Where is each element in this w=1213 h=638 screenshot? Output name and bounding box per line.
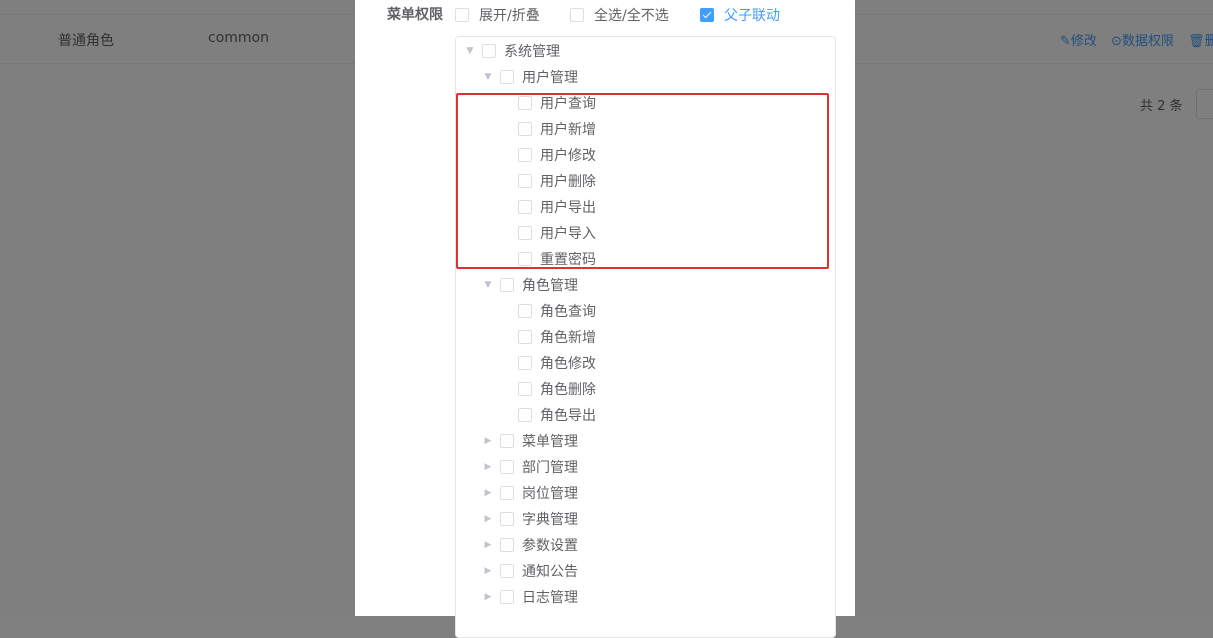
tree-node[interactable]: ▼ 系统管理 bbox=[456, 38, 834, 64]
tree-node[interactable]: ▶ 字典管理 bbox=[456, 506, 852, 532]
caret-down-icon[interactable]: ▼ bbox=[482, 279, 494, 291]
checkbox-icon[interactable] bbox=[482, 44, 496, 58]
tree-node[interactable]: 角色导出 bbox=[456, 402, 870, 428]
caret-down-icon[interactable]: ▼ bbox=[464, 45, 476, 57]
tree-node[interactable]: ▼ 用户管理 bbox=[456, 64, 852, 90]
checkbox-icon[interactable] bbox=[500, 512, 514, 526]
tree-node-label: 日志管理 bbox=[522, 590, 578, 606]
checkbox-icon[interactable] bbox=[500, 70, 514, 84]
checkbox-icon[interactable] bbox=[500, 564, 514, 578]
tree-node[interactable]: 角色修改 bbox=[456, 350, 870, 376]
checkbox-icon[interactable] bbox=[518, 356, 532, 370]
checkbox-icon[interactable] bbox=[455, 8, 469, 22]
tree-node[interactable]: 角色删除 bbox=[456, 376, 870, 402]
tree-node[interactable]: ▶ 日志管理 bbox=[456, 584, 852, 610]
tree-node-label: 部门管理 bbox=[522, 460, 578, 476]
tree-node-label: 菜单管理 bbox=[522, 434, 578, 450]
menu-permission-row: 菜单权限 展开/折叠 全选/全不选 父子联动 bbox=[355, 0, 855, 28]
tree-node-label: 角色导出 bbox=[540, 408, 596, 424]
expand-collapse-checkbox[interactable]: 展开/折叠 bbox=[455, 5, 540, 25]
tree-node[interactable]: ▶ 通知公告 bbox=[456, 558, 852, 584]
tree-node-label: 系统管理 bbox=[504, 44, 560, 60]
parent-child-link-checkbox[interactable]: 父子联动 bbox=[700, 5, 780, 25]
tree-node-label: 用户管理 bbox=[522, 70, 578, 86]
caret-down-icon[interactable]: ▼ bbox=[482, 71, 494, 83]
tree-node-label: 角色查询 bbox=[540, 304, 596, 320]
tree-node[interactable]: ▶ 部门管理 bbox=[456, 454, 852, 480]
menu-permission-label: 菜单权限 bbox=[387, 7, 443, 23]
tree-node-label: 角色修改 bbox=[540, 356, 596, 372]
caret-right-icon[interactable]: ▶ bbox=[482, 435, 494, 447]
tree-node-label: 角色删除 bbox=[540, 382, 596, 398]
checkbox-icon[interactable] bbox=[500, 460, 514, 474]
tree-node[interactable]: 角色查询 bbox=[456, 298, 870, 324]
tree-node-label: 角色新增 bbox=[540, 330, 596, 346]
checkbox-checked-icon[interactable] bbox=[700, 8, 714, 22]
caret-right-icon[interactable]: ▶ bbox=[482, 487, 494, 499]
checkbox-icon[interactable] bbox=[518, 304, 532, 318]
tree-node-label: 岗位管理 bbox=[522, 486, 578, 502]
tree-node[interactable]: ▼ 角色管理 bbox=[456, 272, 852, 298]
tree-node-label: 参数设置 bbox=[522, 538, 578, 554]
tree-node-label: 字典管理 bbox=[522, 512, 578, 528]
caret-right-icon[interactable]: ▶ bbox=[482, 539, 494, 551]
checkbox-icon[interactable] bbox=[570, 8, 584, 22]
checkbox-icon[interactable] bbox=[500, 278, 514, 292]
highlight-box bbox=[456, 93, 829, 269]
tree-node[interactable]: ▶ 参数设置 bbox=[456, 532, 852, 558]
tree-node[interactable]: ▶ 岗位管理 bbox=[456, 480, 852, 506]
caret-right-icon[interactable]: ▶ bbox=[482, 513, 494, 525]
option-label: 父子联动 bbox=[724, 8, 780, 24]
checkbox-icon[interactable] bbox=[500, 590, 514, 604]
tree-node[interactable]: ▶ 菜单管理 bbox=[456, 428, 852, 454]
checkbox-icon[interactable] bbox=[518, 330, 532, 344]
checkbox-icon[interactable] bbox=[518, 408, 532, 422]
caret-right-icon[interactable]: ▶ bbox=[482, 461, 494, 473]
checkbox-icon[interactable] bbox=[500, 538, 514, 552]
tree-node-label: 通知公告 bbox=[522, 564, 578, 580]
caret-right-icon[interactable]: ▶ bbox=[482, 565, 494, 577]
checkbox-icon[interactable] bbox=[500, 486, 514, 500]
checkbox-icon[interactable] bbox=[518, 382, 532, 396]
checkbox-icon[interactable] bbox=[500, 434, 514, 448]
tree-node-label: 角色管理 bbox=[522, 278, 578, 294]
caret-right-icon[interactable]: ▶ bbox=[482, 591, 494, 603]
option-label: 展开/折叠 bbox=[479, 8, 540, 24]
option-label: 全选/全不选 bbox=[594, 8, 669, 24]
tree-node[interactable]: 角色新增 bbox=[456, 324, 870, 350]
select-all-checkbox[interactable]: 全选/全不选 bbox=[570, 5, 669, 25]
